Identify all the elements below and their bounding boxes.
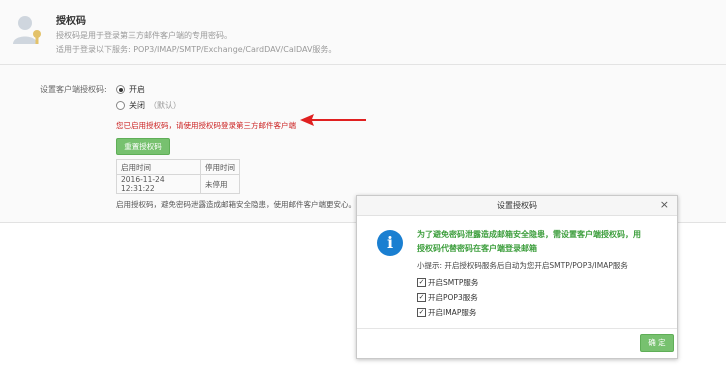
annotation-arrow-icon xyxy=(300,114,366,126)
page-title: 授权码 xyxy=(56,16,86,27)
dialog-title: 设置授权码 xyxy=(357,196,677,216)
checkbox-checked-icon[interactable]: ✓ xyxy=(417,293,426,302)
table-header-cell: 启用时间 xyxy=(116,159,201,175)
auth-code-time-table: 启用时间 停用时间 2016-11-24 12:31:22 未停用 xyxy=(116,159,240,194)
user-key-icon xyxy=(13,16,41,44)
checkbox-label: 开启IMAP服务 xyxy=(428,308,477,317)
footer-tip: 启用授权码，避免密码泄露造成邮箱安全隐患，使用邮件客户端更安心。 了 xyxy=(116,199,366,210)
footer-tip-text: 启用授权码，避免密码泄露造成邮箱安全隐患，使用邮件客户端更安心。 xyxy=(116,200,356,209)
auth-code-setting-label: 设置客户端授权码: xyxy=(40,85,107,94)
confirm-button[interactable]: 确 定 xyxy=(640,334,674,352)
reset-auth-code-button[interactable]: 重置授权码 xyxy=(116,138,170,155)
checkbox-pop3[interactable]: ✓ 开启POP3服务 xyxy=(417,292,478,303)
radio-button-checked[interactable] xyxy=(116,85,125,94)
settings-panel: 授权码 授权码是用于登录第三方邮件客户端的专用密码。 适用于登录以下服务: PO… xyxy=(0,0,726,223)
checkbox-label: 开启POP3服务 xyxy=(428,293,478,302)
auth-code-dialog: 设置授权码 × i 为了避免密码泄露造成邮箱安全隐患，需设置客户端授权码，用 授… xyxy=(356,195,678,359)
checkbox-smtp[interactable]: ✓ 开启SMTP服务 xyxy=(417,277,478,288)
radio-disable-note: （默认） xyxy=(149,101,181,110)
radio-button-unchecked[interactable] xyxy=(116,101,125,110)
radio-enable[interactable]: 开启 xyxy=(116,84,145,95)
table-header-cell: 停用时间 xyxy=(200,159,240,175)
dialog-message-line: 授权码代替密码在客户端登录邮箱 xyxy=(417,244,537,253)
dialog-tip: 小提示: 开启授权码服务后自动为您开启SMTP/POP3/IMAP服务 xyxy=(417,261,628,270)
auth-code-warning: 您已启用授权码，请使用授权码登录第三方邮件客户端 xyxy=(116,121,296,130)
checkbox-checked-icon[interactable]: ✓ xyxy=(417,278,426,287)
dialog-divider xyxy=(357,328,677,329)
table-row: 2016-11-24 12:31:22 未停用 xyxy=(116,174,240,194)
divider xyxy=(0,64,726,65)
page-services-note: 适用于登录以下服务: POP3/IMAP/SMTP/Exchange/CardD… xyxy=(56,45,337,54)
page-description: 授权码是用于登录第三方邮件客户端的专用密码。 xyxy=(56,31,232,40)
checkbox-label: 开启SMTP服务 xyxy=(428,278,479,287)
checkbox-checked-icon[interactable]: ✓ xyxy=(417,308,426,317)
dialog-message-line: 为了避免密码泄露造成邮箱安全隐患，需设置客户端授权码，用 xyxy=(417,230,641,239)
close-icon[interactable]: × xyxy=(660,198,669,211)
radio-disable-label: 关闭 xyxy=(129,101,145,110)
info-icon: i xyxy=(377,230,403,256)
checkbox-imap[interactable]: ✓ 开启IMAP服务 xyxy=(417,307,476,318)
table-cell: 2016-11-24 12:31:22 xyxy=(116,174,201,194)
radio-enable-label: 开启 xyxy=(129,85,145,94)
radio-disable[interactable]: 关闭 （默认） xyxy=(116,100,181,111)
dialog-message: 为了避免密码泄露造成邮箱安全隐患，需设置客户端授权码，用 授权码代替密码在客户端… xyxy=(417,228,662,256)
table-cell: 未停用 xyxy=(200,174,240,194)
table-header-row: 启用时间 停用时间 xyxy=(116,159,240,175)
